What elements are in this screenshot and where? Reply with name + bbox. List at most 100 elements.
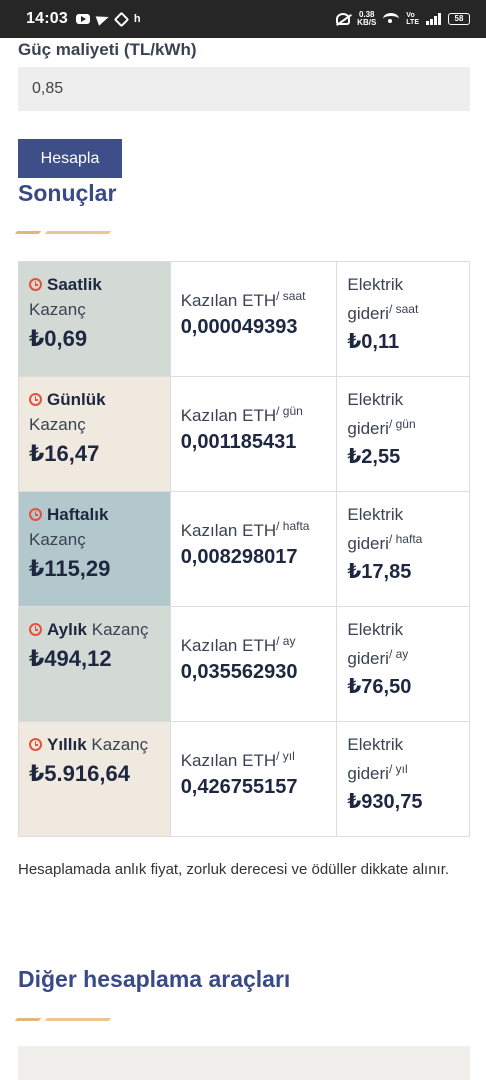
electricity-label-1: Elektrik	[347, 505, 404, 524]
calculation-note: Hesaplamada anlık fiyat, zorluk derecesi…	[18, 861, 450, 878]
status-bar: 14:03 h 0.38 KB/S Vo LTE 58	[0, 0, 486, 38]
eth-value: 0,008298017	[180, 546, 298, 568]
electricity-unit: / saat	[388, 302, 419, 316]
period-heading: Günlük Kazanç	[29, 387, 160, 437]
eth-value: 0,035562930	[180, 661, 298, 683]
eth-value: 0,000049393	[180, 316, 298, 338]
system-icons: 0.38 KB/S Vo LTE 58	[336, 11, 470, 27]
period-heading: Yıllık Kazanç	[29, 732, 160, 757]
earnings-label: Kazanç	[29, 415, 86, 434]
earnings-value: ₺0,69	[29, 326, 88, 351]
electricity-cell: Elektrik gideri/ hafta ₺17,85	[336, 491, 470, 607]
eth-unit: / ay	[276, 634, 296, 648]
electricity-cell: Elektrik gideri/ gün ₺2,55	[336, 376, 470, 492]
period-name: Yıllık	[47, 735, 87, 754]
electricity-cell: Elektrik gideri/ saat ₺0,11	[336, 261, 470, 377]
eth-value: 0,426755157	[180, 776, 298, 798]
clock-icon	[29, 623, 42, 636]
electricity-label-1: Elektrik	[347, 275, 404, 294]
electricity-label-2: gideri	[347, 304, 389, 323]
electricity-cell: Elektrik gideri/ yıl ₺930,75	[336, 721, 470, 837]
electricity-unit: / hafta	[388, 532, 423, 546]
electricity-label-2: gideri	[347, 419, 389, 438]
tag-icon	[113, 11, 130, 27]
eth-unit: / hafta	[276, 519, 310, 533]
electricity-label-1: Elektrik	[347, 735, 404, 754]
electricity-cell: Elektrik gideri/ ay ₺76,50	[336, 606, 470, 722]
title-underline	[14, 231, 112, 237]
clock-icon	[29, 738, 42, 751]
electricity-value: ₺930,75	[347, 791, 423, 813]
period-heading: Aylık Kazanç	[29, 617, 160, 642]
earnings-value: ₺494,12	[29, 646, 112, 671]
period-heading: Saatlik Kazanç	[29, 272, 160, 322]
eth-label-text: Kazılan ETH	[180, 406, 277, 425]
earnings-label: Kazanç	[91, 735, 149, 754]
power-cost-input[interactable]	[18, 67, 470, 111]
earnings-cell: Günlük Kazanç ₺16,47	[18, 376, 171, 492]
eth-label-text: Kazılan ETH	[180, 751, 277, 770]
electricity-unit: / yıl	[388, 762, 408, 776]
earnings-cell: Yıllık Kazanç ₺5.916,64	[18, 721, 171, 837]
clock-icon	[29, 278, 42, 291]
electricity-label: Elektrik gideri/ hafta	[347, 502, 459, 556]
eth-label: Kazılan ETH/ hafta	[181, 514, 327, 543]
calculate-button[interactable]: Hesapla	[18, 139, 122, 178]
title-underline	[14, 1018, 112, 1024]
telegram-icon	[95, 12, 111, 26]
result-row: Haftalık Kazanç ₺115,29 Kazılan ETH/ hafta 0…	[18, 491, 470, 607]
clock-icon	[29, 393, 42, 406]
eth-label-text: Kazılan ETH	[180, 636, 277, 655]
eth-unit: / yıl	[276, 749, 295, 763]
earnings-value: ₺16,47	[29, 441, 100, 466]
eth-label-text: Kazılan ETH	[180, 521, 277, 540]
eth-cell: Kazılan ETH/ hafta 0,008298017	[169, 491, 338, 607]
clock-icon	[29, 508, 42, 521]
eth-label-text: Kazılan ETH	[180, 291, 277, 310]
electricity-label-1: Elektrik	[347, 390, 404, 409]
tools-card	[18, 1046, 470, 1080]
electricity-unit: / gün	[388, 417, 416, 431]
mute-icon	[336, 13, 351, 25]
eth-unit: / saat	[276, 289, 306, 303]
earnings-label: Kazanç	[29, 530, 86, 549]
period-name: Aylık	[47, 620, 88, 639]
wifi-icon	[383, 13, 400, 25]
result-row: Saatlik Kazanç ₺0,69 Kazılan ETH/ saat 0,000…	[18, 261, 470, 377]
electricity-label-2: gideri	[347, 534, 389, 553]
youtube-icon	[75, 14, 90, 24]
eth-cell: Kazılan ETH/ saat 0,000049393	[169, 261, 338, 377]
period-name: Haftalık	[47, 505, 109, 524]
electricity-label-2: gideri	[347, 764, 389, 783]
h-notification-icon: h	[133, 13, 141, 25]
electricity-label: Elektrik gideri/ saat	[347, 272, 459, 326]
eth-cell: Kazılan ETH/ ay 0,035562930	[169, 606, 338, 722]
result-row: Günlük Kazanç ₺16,47 Kazılan ETH/ gün 0,0011…	[18, 376, 470, 492]
earnings-value: ₺5.916,64	[29, 761, 130, 786]
electricity-value: ₺17,85	[347, 561, 412, 583]
network-speed: 0.38 KB/S	[357, 11, 376, 27]
earnings-cell: Haftalık Kazanç ₺115,29	[18, 491, 171, 607]
earnings-value: ₺115,29	[29, 556, 111, 581]
volte-top: Vo	[406, 12, 415, 19]
eth-cell: Kazılan ETH/ gün 0,001185431	[169, 376, 338, 492]
eth-label: Kazılan ETH/ yıl	[181, 744, 327, 773]
electricity-label: Elektrik gideri/ yıl	[347, 732, 459, 786]
electricity-label-2: gideri	[347, 649, 389, 668]
result-row: Yıllık Kazanç ₺5.916,64 Kazılan ETH/ yıl 0,…	[18, 721, 470, 837]
electricity-label: Elektrik gideri/ ay	[347, 617, 459, 671]
eth-cell: Kazılan ETH/ yıl 0,426755157	[169, 721, 338, 837]
period-name: Saatlik	[47, 275, 102, 294]
earnings-label: Kazanç	[91, 620, 149, 639]
power-cost-label: Güç maliyeti (TL/kWh)	[18, 40, 197, 59]
notification-icons: h	[75, 11, 141, 27]
period-name: Günlük	[47, 390, 106, 409]
volte-bottom: LTE	[406, 19, 419, 26]
result-row: Aylık Kazanç ₺494,12 Kazılan ETH/ ay 0,0355…	[18, 606, 470, 722]
electricity-label: Elektrik gideri/ gün	[347, 387, 459, 441]
period-heading: Haftalık Kazanç	[29, 502, 160, 552]
other-tools-title: Diğer hesaplama araçları	[18, 966, 291, 992]
results-table: Saatlik Kazanç ₺0,69 Kazılan ETH/ saat 0,000…	[18, 261, 470, 837]
electricity-value: ₺0,11	[347, 331, 400, 353]
earnings-cell: Aylık Kazanç ₺494,12	[18, 606, 171, 722]
